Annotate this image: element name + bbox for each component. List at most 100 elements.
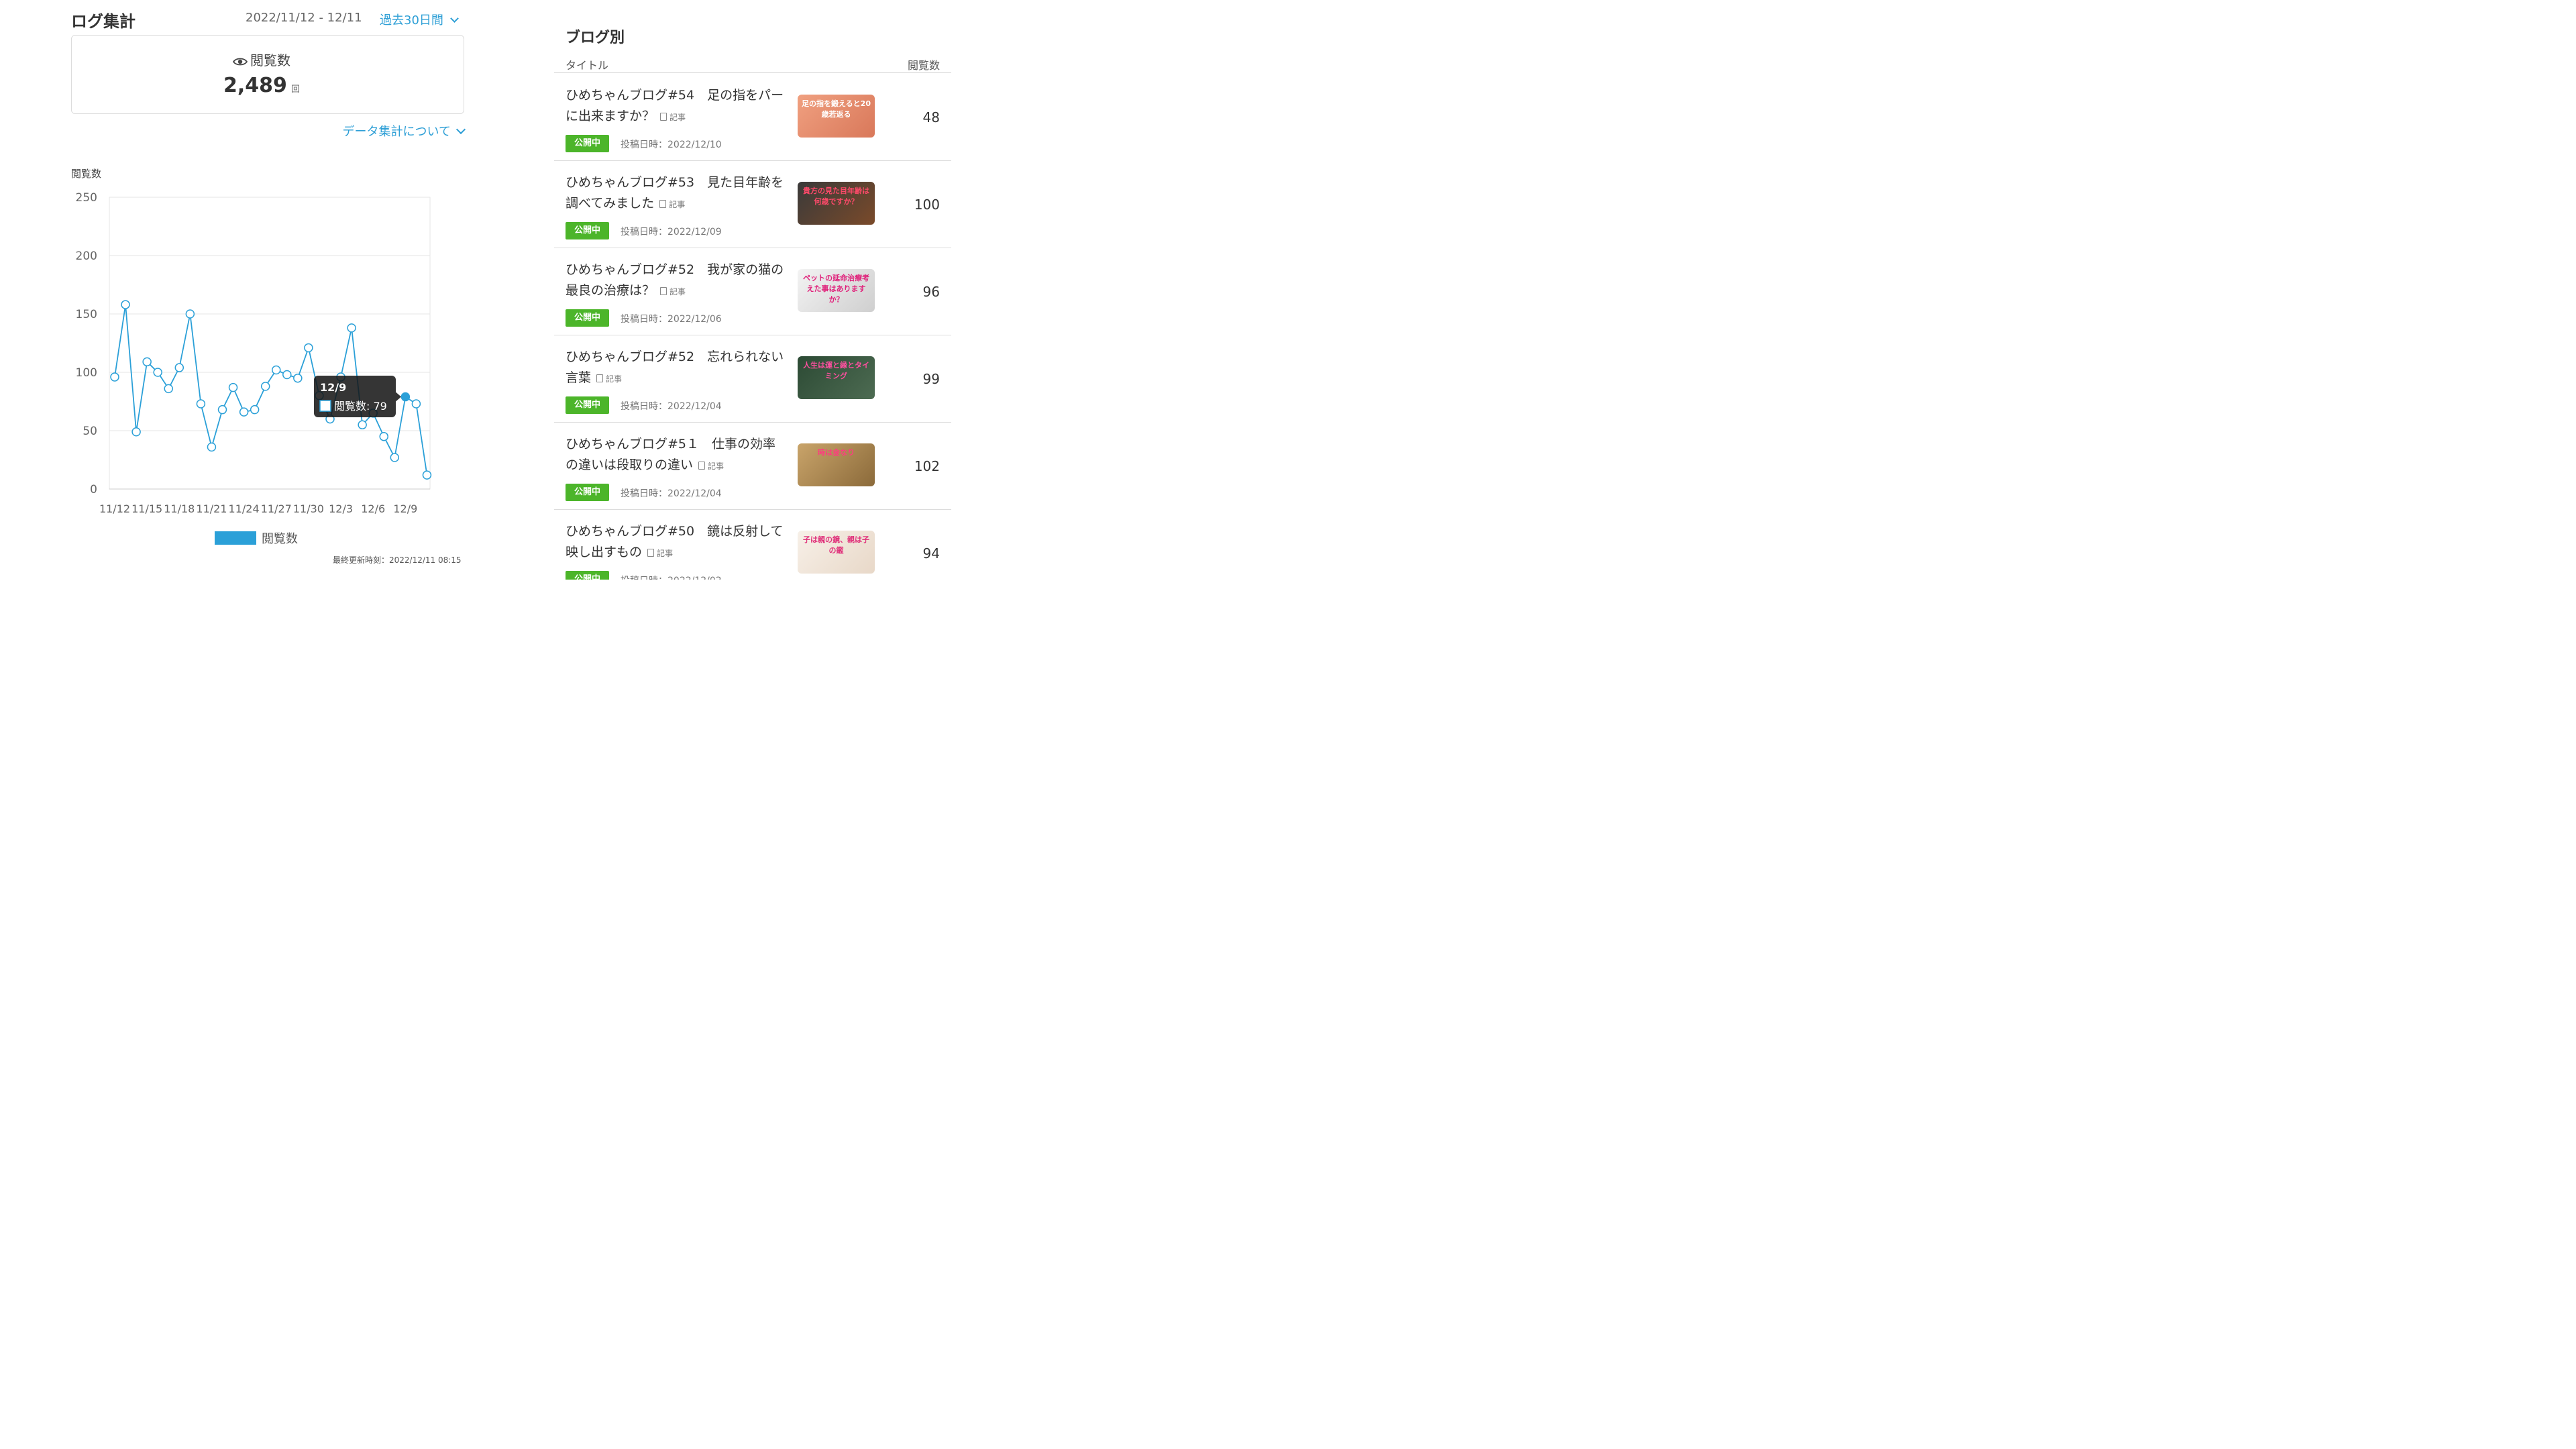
section-title: ブログ別: [566, 30, 625, 46]
data-point: [142, 357, 152, 367]
thumbnail-caption: ペットの延命治療考えた事はありますか？: [803, 274, 869, 304]
x-tick-label: 11/12: [99, 502, 130, 515]
table-row[interactable]: ひめちゃんブログ#50 鏡は反射して映し出すもの記事公開中 投稿日時：2022/1…: [554, 509, 951, 580]
blog-thumbnail[interactable]: ペットの延命治療考えた事はありますか？: [798, 269, 875, 312]
posted-date: 投稿日時：2022/12/04: [621, 488, 722, 499]
thumbnail-caption: 貴方の見た目年齢は何歳ですか？: [803, 186, 869, 206]
blog-title[interactable]: ひめちゃんブログ#54 足の指をパーに出来ますか？ 記事: [566, 85, 787, 128]
blog-thumbnail[interactable]: 時は金なり: [798, 443, 875, 486]
data-point: [121, 300, 130, 309]
document-icon: [660, 287, 667, 295]
post-type-label: 記事: [669, 200, 686, 209]
data-point: [174, 363, 184, 372]
thumbnail-caption: 人生は運と縁とタイミング: [803, 361, 869, 380]
document-icon: [659, 200, 667, 208]
column-title: タイトル: [566, 59, 609, 72]
plot-area: [109, 197, 431, 490]
legend-label: 閲覧数: [262, 532, 298, 546]
x-tick-label: 11/15: [131, 502, 162, 515]
tooltip-title: 12/9: [320, 381, 346, 394]
last-updated: 最終更新時刻：2022/12/11 08:15: [333, 555, 462, 565]
x-tick-label: 11/18: [164, 502, 195, 515]
data-point: [293, 373, 303, 383]
posted-date: 投稿日時：2022/12/10: [621, 140, 722, 150]
data-point: [164, 384, 173, 394]
post-type-tag: 記事: [647, 549, 673, 558]
data-point: [207, 442, 217, 452]
blog-title-text: ひめちゃんブログ#5１ 仕事の効率の違いは段取りの違い: [566, 437, 776, 472]
thumbnail-caption: 時は金なり: [818, 448, 855, 457]
data-point: [153, 368, 162, 377]
data-point: [239, 407, 249, 417]
status-badge: 公開中: [566, 396, 609, 414]
views-count: 96: [922, 284, 940, 300]
document-icon: [647, 549, 655, 557]
data-point-active: [400, 392, 411, 402]
post-type-tag: 記事: [659, 200, 685, 209]
table-row[interactable]: ひめちゃんブログ#5１ 仕事の効率の違いは段取りの違い 記事公開中 投稿日時：202…: [554, 422, 951, 510]
post-type-label: 記事: [669, 113, 686, 122]
posted-date: 投稿日時：2022/12/06: [621, 314, 722, 325]
status-badge: 公開中: [566, 484, 609, 501]
document-icon: [698, 462, 706, 470]
y-tick-label: 50: [83, 425, 97, 438]
data-point: [260, 382, 270, 391]
table-row[interactable]: ひめちゃんブログ#54 足の指をパーに出来ますか？ 記事公開中 投稿日時：2022/…: [554, 73, 951, 161]
tooltip-arrow: [396, 392, 401, 402]
table-row[interactable]: ひめちゃんブログ#52 我が家の猫の最良の治療は？ 記事公開中 投稿日時：2022/…: [554, 248, 951, 335]
blog-thumbnail[interactable]: 人生は運と縁とタイミング: [798, 356, 875, 399]
data-point: [250, 405, 260, 415]
posted-date: 投稿日時：2022/12/09: [621, 227, 722, 237]
blog-title[interactable]: ひめちゃんブログ#52 我が家の猫の最良の治療は？ 記事: [566, 260, 787, 303]
data-point: [282, 370, 292, 380]
document-icon: [660, 113, 667, 121]
blog-thumbnail[interactable]: 子は親の鏡、親は子の鑑: [798, 531, 875, 574]
post-type-tag: 記事: [660, 113, 686, 122]
post-type-label: 記事: [669, 287, 686, 297]
views-count: 99: [922, 371, 940, 387]
data-point: [379, 431, 388, 441]
data-point: [422, 470, 432, 480]
data-point: [347, 323, 356, 333]
posted-date: 投稿日時：2022/12/02: [621, 574, 722, 580]
table-row[interactable]: ひめちゃんブログ#53 見た目年齢を調べてみました 記事公開中 投稿日時：2022/…: [554, 160, 951, 248]
blog-title[interactable]: ひめちゃんブログ#5１ 仕事の効率の違いは段取りの違い 記事: [566, 434, 787, 477]
status-badge: 公開中: [566, 309, 609, 327]
views-line-chart: 0 50 100 150 200 250 11/12 11/15 11/18 11/21 11/24…: [76, 191, 432, 515]
data-point: [217, 405, 227, 415]
tooltip-swatch: [319, 400, 331, 412]
data-point: [304, 343, 313, 353]
analytics-panel: ログ集計 2022/11/12 - 12/11 過去30日間 閲覧数 2,489…: [0, 0, 523, 592]
status-badge: 公開中: [566, 571, 609, 580]
post-type-label: 記事: [606, 374, 623, 384]
data-point: [358, 420, 367, 430]
tooltip-label: 閲覧数: 79: [334, 400, 387, 413]
table-row[interactable]: ひめちゃんブログ#52 忘れられない言葉 記事公開中 投稿日時：2022/12/04…: [554, 335, 951, 423]
status-badge: 公開中: [566, 135, 609, 152]
post-type-label: 記事: [657, 549, 674, 558]
data-point: [228, 382, 238, 392]
post-type-tag: 記事: [596, 374, 622, 384]
blog-title[interactable]: ひめちゃんブログ#53 見た目年齢を調べてみました 記事: [566, 172, 787, 215]
blog-thumbnail[interactable]: 足の指を鍛えると20歳若返る: [798, 95, 875, 138]
data-point: [411, 399, 421, 409]
data-point: [272, 365, 281, 375]
blog-title[interactable]: ひめちゃんブログ#52 忘れられない言葉 記事: [566, 347, 787, 390]
x-tick-label: 12/6: [361, 502, 385, 515]
legend-swatch: [215, 531, 256, 545]
chart-legend[interactable]: 閲覧数: [215, 529, 298, 547]
x-tick-label: 11/24: [229, 502, 260, 515]
posted-date: 投稿日時：2022/12/04: [621, 401, 722, 412]
y-tick-label: 150: [76, 308, 97, 321]
data-point: [110, 372, 119, 382]
x-tick-label: 11/27: [261, 502, 292, 515]
y-tick-label: 200: [76, 250, 97, 263]
blog-thumbnail[interactable]: 貴方の見た目年齢は何歳ですか？: [798, 182, 875, 225]
blog-title[interactable]: ひめちゃんブログ#50 鏡は反射して映し出すもの 記事: [566, 521, 787, 564]
y-tick-label: 100: [76, 366, 97, 380]
data-point: [131, 427, 141, 437]
status-badge: 公開中: [566, 222, 609, 239]
y-tick-label: 0: [90, 483, 97, 496]
blog-list-panel: ブログ別 タイトル 閲覧数 ひめちゃんブログ#54 足の指をパーに出来ますか？記…: [554, 0, 951, 580]
views-count: 100: [914, 197, 940, 213]
